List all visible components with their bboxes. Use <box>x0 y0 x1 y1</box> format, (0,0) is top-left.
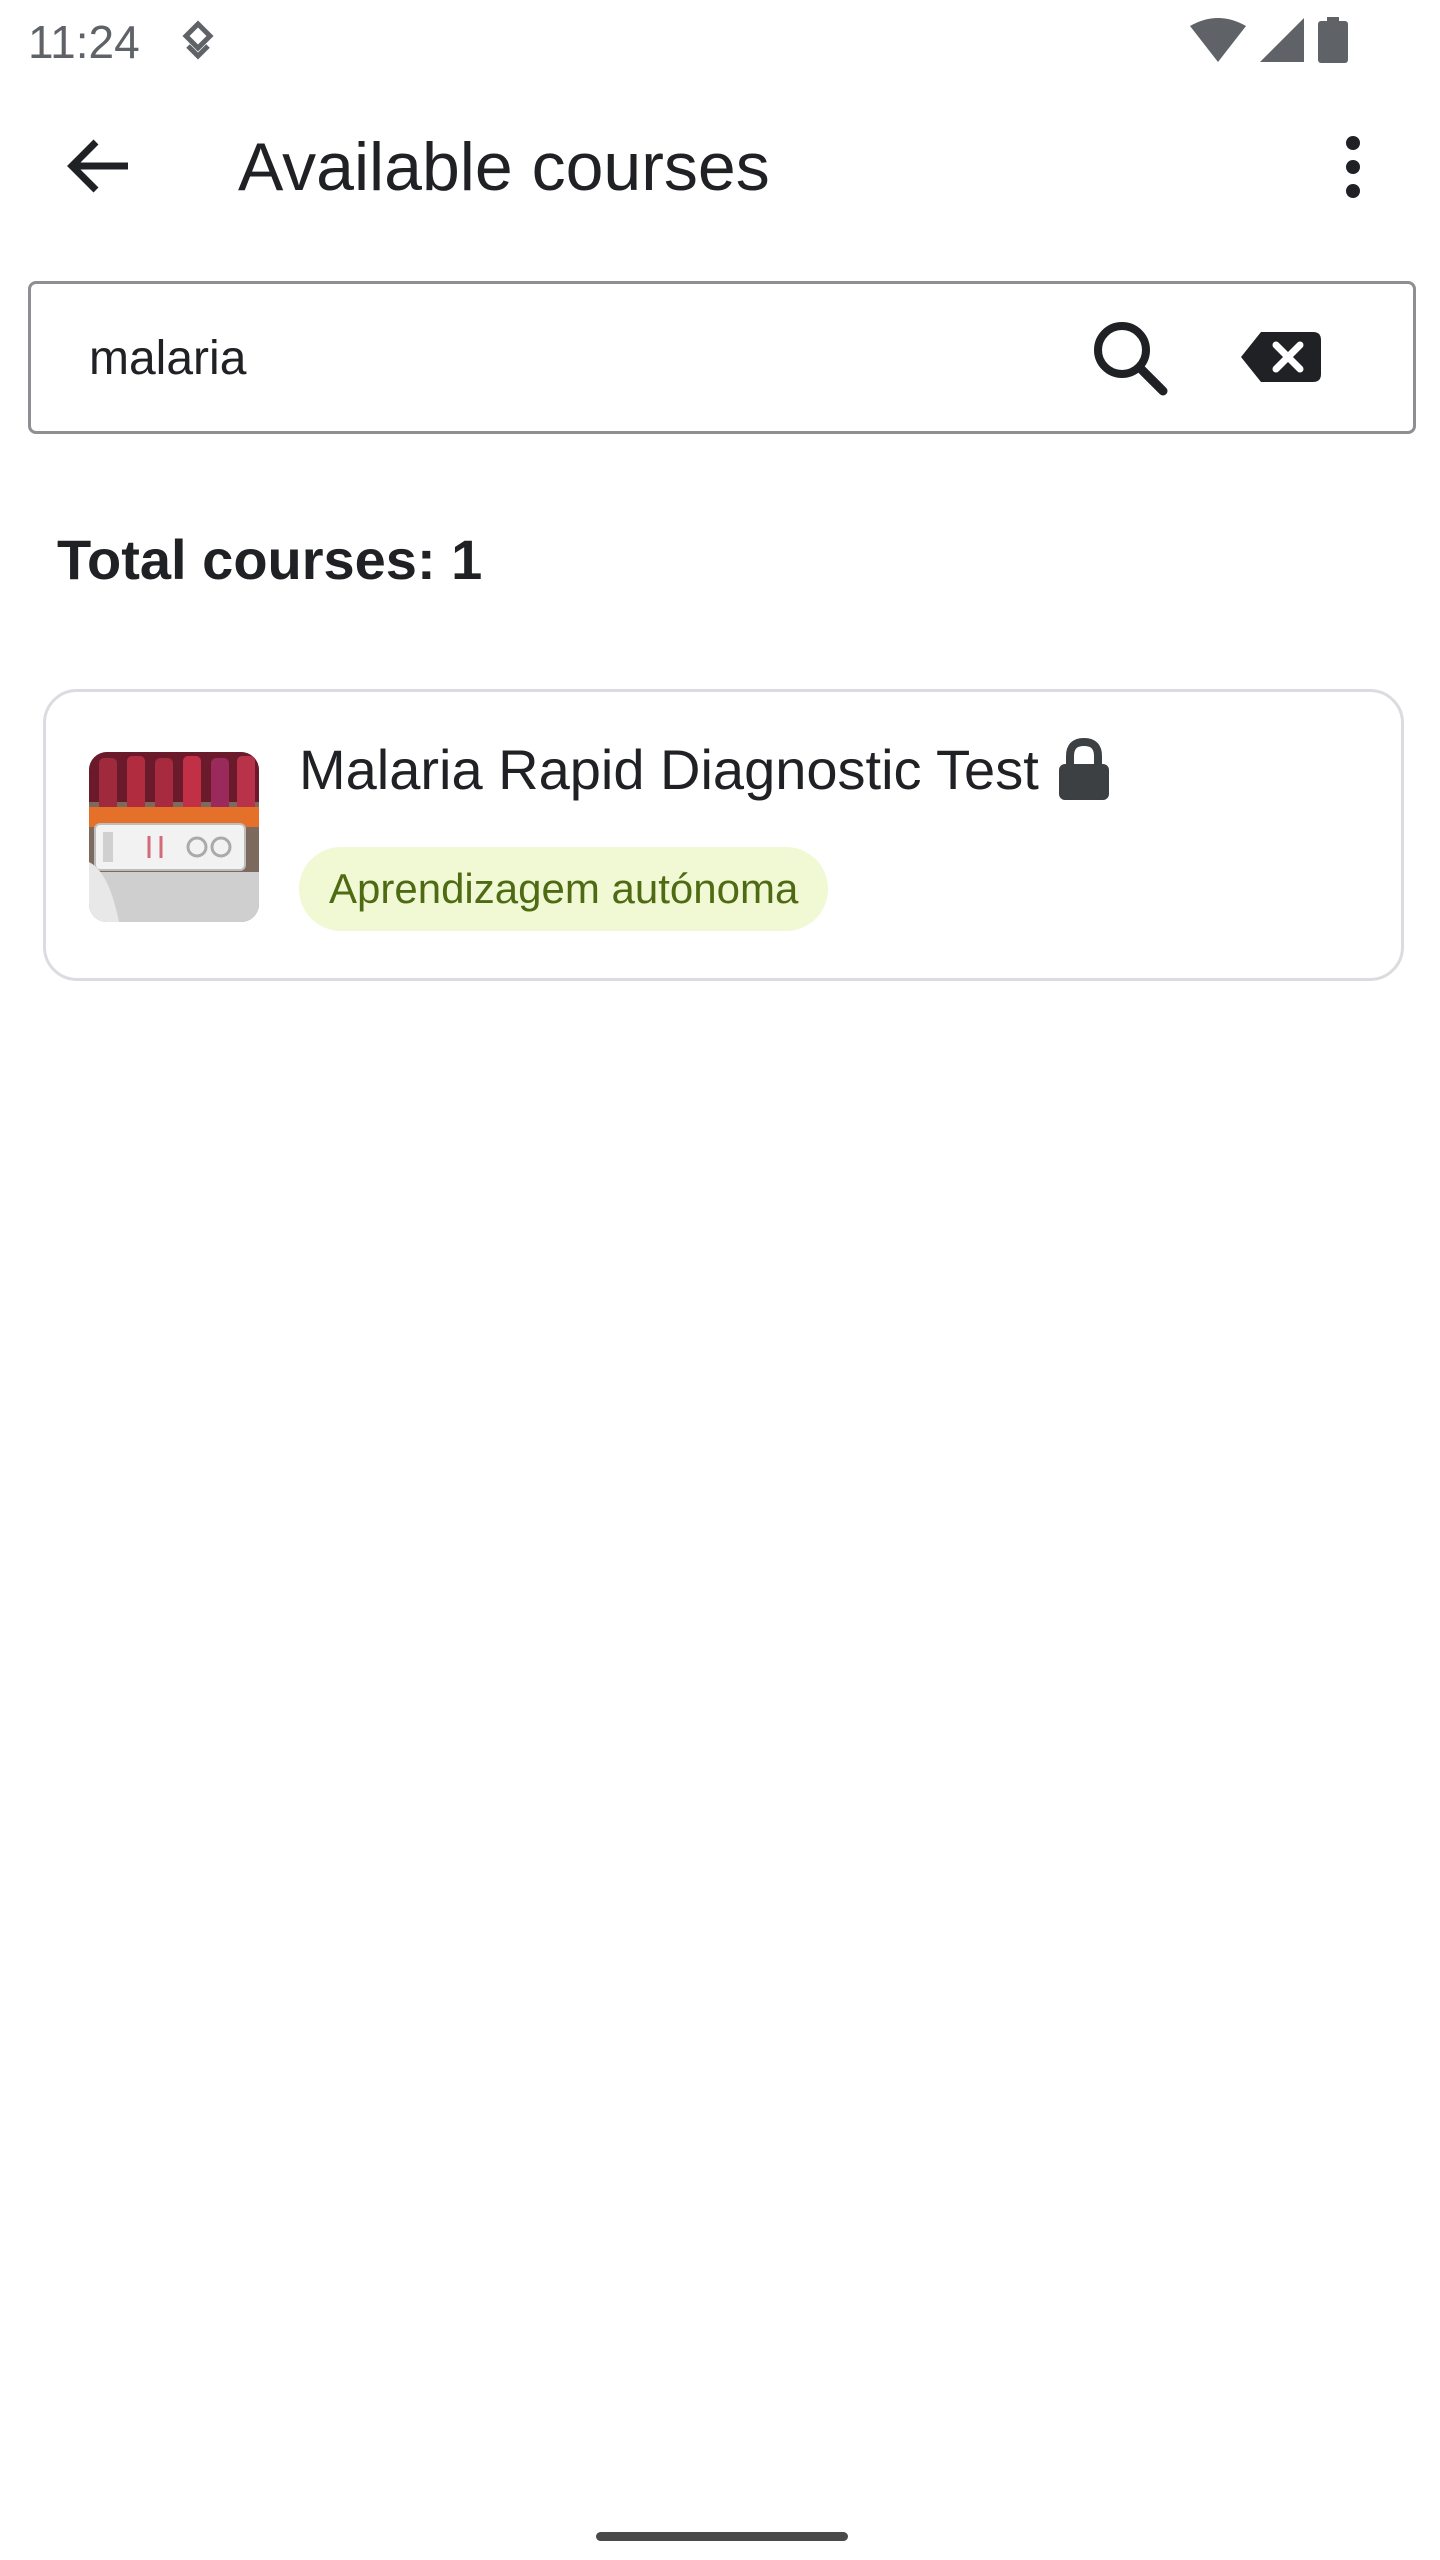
course-title: Malaria Rapid Diagnostic Test <box>299 738 1039 801</box>
course-thumbnail <box>89 752 259 922</box>
course-type-badge: Aprendizagem autónoma <box>299 847 829 931</box>
battery-icon <box>1318 16 1348 68</box>
course-title-row: Malaria Rapid Diagnostic Test <box>299 734 1111 806</box>
status-icons <box>1190 16 1348 68</box>
app-bar: Available courses <box>0 84 1440 252</box>
clear-search-button[interactable] <box>1226 314 1336 404</box>
back-button[interactable] <box>50 128 146 208</box>
status-bar: 11:24 <box>0 0 1440 84</box>
course-card[interactable]: Malaria Rapid Diagnostic Test Aprendizag… <box>43 689 1404 981</box>
wifi-icon <box>1190 17 1246 67</box>
search-button[interactable] <box>1081 314 1177 404</box>
more-options-button[interactable] <box>1318 124 1388 214</box>
total-courses-label: Total courses: 1 <box>57 528 483 591</box>
page-title: Available courses <box>238 129 770 205</box>
search-box <box>28 281 1416 434</box>
search-icon <box>1089 317 1169 402</box>
arrow-back-icon <box>64 136 132 201</box>
backspace-clear-icon <box>1241 331 1321 387</box>
status-time: 11:24 <box>28 16 140 68</box>
search-input[interactable] <box>87 308 1047 408</box>
gesture-navigation-bar[interactable] <box>596 2532 848 2541</box>
cell-signal-icon <box>1260 17 1304 67</box>
notification-icon <box>178 20 218 64</box>
more-vert-icon <box>1343 135 1363 204</box>
lock-icon <box>1057 738 1111 802</box>
